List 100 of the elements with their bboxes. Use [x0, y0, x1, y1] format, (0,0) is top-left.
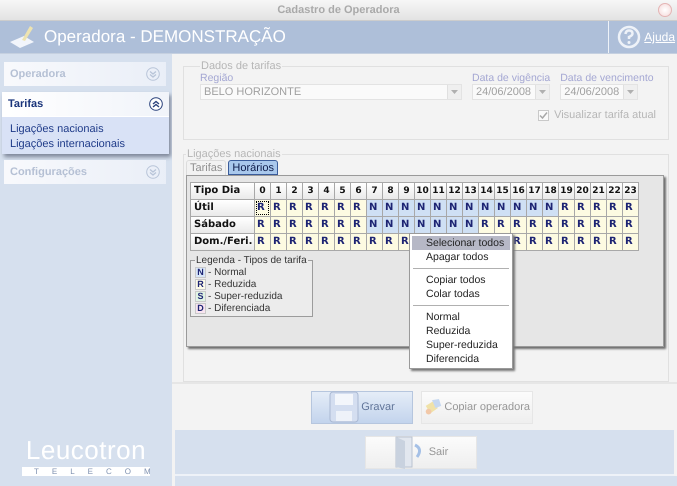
column-header: 16	[511, 183, 526, 199]
rate-cell[interactable]: R	[319, 200, 334, 216]
rate-cell[interactable]: R	[287, 200, 302, 216]
rate-cell[interactable]: R	[575, 234, 590, 250]
rate-cell[interactable]: N	[399, 200, 414, 216]
column-header: 0	[255, 183, 270, 199]
logo-tagline: TELECOM	[22, 467, 150, 476]
rate-cell[interactable]: N	[431, 217, 446, 233]
rate-cell[interactable]: R	[303, 234, 318, 250]
rate-cell[interactable]: R	[559, 217, 574, 233]
legend-label: - Normal	[208, 266, 246, 278]
rate-cell[interactable]: R	[511, 217, 526, 233]
rate-cell[interactable]: N	[367, 217, 382, 233]
rate-cell[interactable]: R	[527, 234, 542, 250]
rate-cell[interactable]: N	[399, 217, 414, 233]
rate-cell[interactable]: R	[255, 200, 270, 216]
rate-cell[interactable]: N	[447, 217, 462, 233]
rate-cell[interactable]: R	[559, 234, 574, 250]
rate-cell[interactable]: N	[543, 200, 558, 216]
rate-cell[interactable]: R	[607, 200, 622, 216]
rate-cell[interactable]: R	[303, 217, 318, 233]
menu-item[interactable]: Apagar todos	[412, 250, 510, 264]
rate-cell[interactable]: R	[575, 200, 590, 216]
column-header: 15	[495, 183, 510, 199]
rate-cell[interactable]: R	[559, 200, 574, 216]
rate-cell[interactable]: N	[383, 200, 398, 216]
rate-cell[interactable]: N	[383, 217, 398, 233]
rate-cell[interactable]: N	[415, 200, 430, 216]
rate-cell[interactable]: R	[575, 217, 590, 233]
rate-cell[interactable]: R	[543, 234, 558, 250]
help-icon[interactable]	[617, 25, 642, 49]
rate-cell[interactable]: R	[591, 200, 606, 216]
rate-cell[interactable]: R	[287, 217, 302, 233]
column-header: 22	[607, 183, 622, 199]
rate-cell[interactable]: R	[287, 234, 302, 250]
rate-cell[interactable]: R	[607, 217, 622, 233]
rate-cell[interactable]: R	[271, 200, 286, 216]
rate-cell[interactable]: N	[479, 200, 494, 216]
rate-cell[interactable]: N	[463, 200, 478, 216]
rate-cell[interactable]: R	[623, 200, 638, 216]
rate-cell[interactable]: R	[479, 217, 494, 233]
column-header: 19	[559, 183, 574, 199]
rate-cell[interactable]: R	[271, 217, 286, 233]
rate-cell[interactable]: R	[543, 217, 558, 233]
row-header: Útil	[191, 200, 254, 216]
menu-item[interactable]: Selecionar todos	[412, 236, 510, 250]
rate-cell[interactable]: N	[495, 200, 510, 216]
rate-cell[interactable]: R	[351, 200, 366, 216]
column-header: 11	[431, 183, 446, 199]
menu-item[interactable]: Diferencida	[412, 352, 510, 366]
rate-cell[interactable]: N	[447, 200, 462, 216]
rate-cell[interactable]: R	[607, 234, 622, 250]
rate-cell[interactable]: N	[367, 200, 382, 216]
rate-cell[interactable]: R	[255, 234, 270, 250]
rate-cell[interactable]: R	[319, 217, 334, 233]
rate-cell[interactable]: R	[367, 234, 382, 250]
rate-cell[interactable]: R	[303, 200, 318, 216]
rate-cell[interactable]: R	[271, 234, 286, 250]
rate-cell[interactable]: R	[591, 217, 606, 233]
rate-cell[interactable]: R	[351, 217, 366, 233]
rate-code: R	[195, 278, 206, 290]
menu-item[interactable]: Colar todas	[412, 287, 510, 301]
rate-cell[interactable]: R	[623, 234, 638, 250]
menu-item[interactable]: Super-reduzida	[412, 338, 510, 352]
column-header: 21	[591, 183, 606, 199]
column-header: 13	[463, 183, 478, 199]
rate-cell[interactable]: R	[335, 200, 350, 216]
rate-cell[interactable]: R	[623, 217, 638, 233]
close-button[interactable]	[658, 3, 672, 17]
rate-cell[interactable]: R	[319, 234, 334, 250]
rate-cell[interactable]: N	[511, 200, 526, 216]
menu-item[interactable]: Reduzida	[412, 324, 510, 338]
rate-cell[interactable]: R	[351, 234, 366, 250]
checkbox[interactable]	[538, 110, 550, 120]
rate-cell[interactable]: N	[431, 200, 446, 216]
sidebar-link[interactable]: Ligações nacionais	[10, 123, 104, 135]
rate-cell[interactable]: N	[463, 217, 478, 233]
rate-cell[interactable]: R	[383, 234, 398, 250]
menu-item[interactable]: Copiar todos	[412, 273, 510, 287]
rate-cell[interactable]: R	[255, 217, 270, 233]
row-header: Dom./Feri.	[191, 234, 254, 250]
sidebar-section-header[interactable]: Tarifas	[2, 92, 169, 116]
collapse-icon	[149, 97, 163, 111]
rate-cell[interactable]: R	[335, 234, 350, 250]
column-header: 20	[575, 183, 590, 199]
legend-label: - Diferenciada	[208, 302, 270, 314]
rate-cell[interactable]: R	[335, 217, 350, 233]
rate-cell[interactable]: N	[415, 217, 430, 233]
rate-cell[interactable]: N	[527, 200, 542, 216]
rate-cell[interactable]: R	[527, 217, 542, 233]
sidebar-link[interactable]: Ligações internacionais	[10, 138, 125, 150]
column-header: 18	[543, 183, 558, 199]
column-header: 17	[527, 183, 542, 199]
save-button[interactable]: Gravar	[311, 390, 413, 424]
rate-cell[interactable]: R	[495, 217, 510, 233]
menu-item[interactable]: Normal	[412, 310, 510, 324]
rate-cell[interactable]: R	[591, 234, 606, 250]
column-header: 1	[271, 183, 286, 199]
group-title: Dados de tarifas	[200, 60, 282, 72]
tab[interactable]: Horários	[228, 160, 278, 175]
